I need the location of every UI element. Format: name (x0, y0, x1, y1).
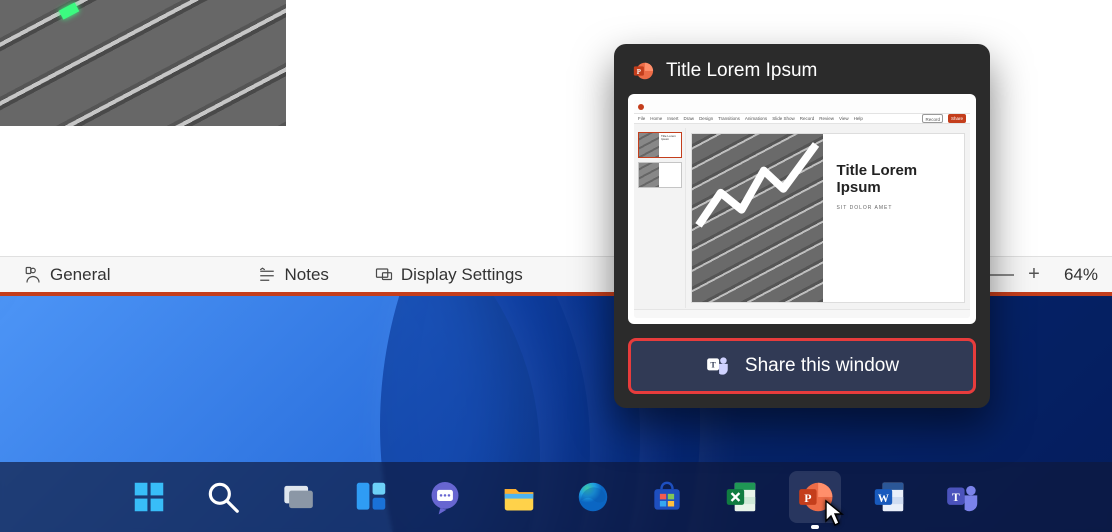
display-settings-icon (375, 266, 393, 284)
accessibility-check-button[interactable]: General (10, 257, 124, 292)
zoom-in-button[interactable]: + (1026, 263, 1042, 286)
chat-icon (426, 478, 464, 516)
taskbar-widgets-button[interactable] (345, 471, 397, 523)
notes-label: Notes (284, 265, 328, 285)
folder-icon (500, 478, 538, 516)
share-this-window-button[interactable]: T Share this window (628, 338, 976, 394)
taskbar-excel-button[interactable] (715, 471, 767, 523)
taskbar-powerpoint-button[interactable]: P (789, 471, 841, 523)
teams-icon: T (944, 478, 982, 516)
task-view-icon (278, 478, 316, 516)
powerpoint-icon: P (796, 478, 834, 516)
notes-button[interactable]: Notes (244, 257, 342, 292)
widgets-icon (352, 478, 390, 516)
windows-logo-icon (130, 478, 168, 516)
taskbar-teams-button[interactable]: T (937, 471, 989, 523)
search-icon (204, 478, 242, 516)
svg-text:P: P (804, 491, 811, 505)
svg-text:T: T (710, 361, 716, 370)
preview-titlebar[interactable]: P Title Lorem Ipsum (614, 44, 990, 94)
excel-icon (722, 478, 760, 516)
teams-icon: T (705, 353, 731, 379)
preview-window-title: Title Lorem Ipsum (666, 60, 817, 82)
powerpoint-icon: P (632, 60, 654, 82)
taskbar-chat-button[interactable] (419, 471, 471, 523)
display-settings-button[interactable]: Display Settings (361, 257, 537, 292)
edge-icon (574, 478, 612, 516)
share-button-label: Share this window (745, 355, 899, 377)
display-settings-label: Display Settings (401, 265, 523, 285)
taskbar-window-preview: P Title Lorem Ipsum FileHomeInsertDrawDe… (614, 44, 990, 408)
svg-text:T: T (952, 490, 960, 504)
taskbar-search-button[interactable] (197, 471, 249, 523)
svg-text:P: P (637, 69, 641, 76)
thumb-slide-subtitle: SIT DOLOR AMET (837, 205, 954, 211)
word-icon: W (870, 478, 908, 516)
taskbar-store-button[interactable] (641, 471, 693, 523)
preview-thumbnail[interactable]: FileHomeInsertDrawDesignTransitionsAnima… (628, 94, 976, 324)
svg-text:W: W (878, 493, 889, 505)
taskbar-start-button[interactable] (123, 471, 175, 523)
slide-image-fragment (0, 0, 286, 126)
taskbar-file-explorer-button[interactable] (493, 471, 545, 523)
accessibility-label: General (50, 265, 110, 285)
notes-icon (258, 266, 276, 284)
taskbar-edge-button[interactable] (567, 471, 619, 523)
person-badge-icon (24, 266, 42, 284)
windows-taskbar: P W T (0, 462, 1112, 532)
taskbar-word-button[interactable]: W (863, 471, 915, 523)
zoom-value[interactable]: 64% (1054, 265, 1098, 285)
store-icon (648, 478, 686, 516)
thumb-slide-title: Title Lorem Ipsum (837, 162, 954, 197)
taskbar-task-view-button[interactable] (271, 471, 323, 523)
thumb-ribbon-tabs: FileHomeInsertDrawDesignTransitionsAnima… (634, 114, 970, 124)
